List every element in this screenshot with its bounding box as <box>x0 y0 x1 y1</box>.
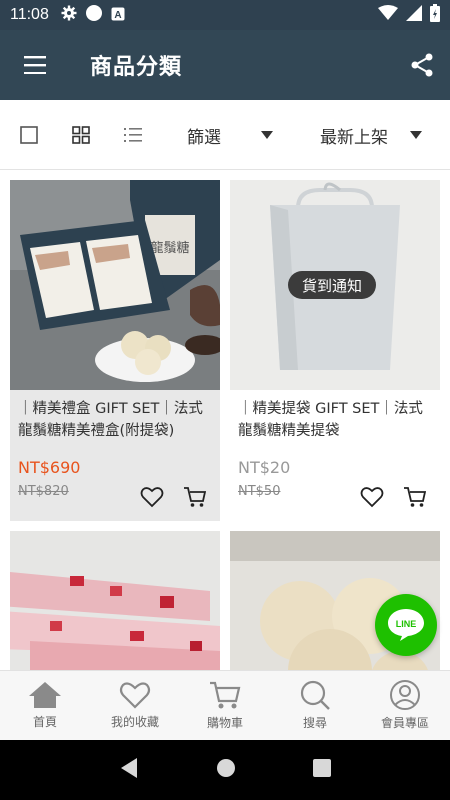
status-bar: 11:08 A <box>0 0 450 30</box>
filter-label: 篩選 <box>187 127 221 148</box>
hamburger-menu-icon <box>24 56 46 74</box>
wifi-icon <box>378 5 398 25</box>
sort-caret-icon <box>410 131 422 139</box>
product-actions <box>360 486 427 512</box>
home-circle-icon[interactable] <box>216 758 236 782</box>
share-button[interactable] <box>394 30 450 100</box>
product-card[interactable] <box>10 531 220 670</box>
product-price: NT$20 <box>238 458 291 477</box>
list-view-icon <box>124 127 142 142</box>
box-label: 龍鬚糖 <box>150 240 189 256</box>
product-image[interactable]: 貨到通知 <box>230 180 440 390</box>
sort-label: 最新上架 <box>320 127 388 148</box>
product-card[interactable]: 貨到通知 ｜精美提袋 GIFT SET｜法式龍鬚糖精美提袋 NT$20 NT$5… <box>230 180 440 521</box>
cart-icon <box>210 681 241 709</box>
square-view-icon <box>20 125 38 144</box>
nav-member[interactable]: 會員專區 <box>360 671 450 740</box>
signal-icon <box>406 5 422 25</box>
nav-home-label: 首頁 <box>32 715 57 729</box>
grid-view-icon <box>72 125 90 144</box>
share-icon <box>411 53 433 77</box>
heart-icon <box>119 682 151 709</box>
product-image[interactable]: 龍鬚糖 <box>10 180 220 390</box>
nav-cart[interactable]: 購物車 <box>180 671 270 740</box>
product-name[interactable]: ｜精美禮盒 GIFT SET｜法式龍鬚糖精美禮盒(附提袋) <box>10 390 220 456</box>
circle-status-icon <box>85 4 103 26</box>
line-icon: LINE <box>388 609 424 641</box>
system-navigation-bar <box>0 740 450 800</box>
nav-member-label: 會員專區 <box>380 716 429 730</box>
svg-text:A: A <box>114 10 121 21</box>
back-icon[interactable] <box>119 757 139 783</box>
filter-caret-icon <box>261 131 273 139</box>
nav-favorites-label: 我的收藏 <box>110 715 159 729</box>
product-price: NT$690 <box>18 458 81 477</box>
nav-home[interactable]: 首頁 <box>0 671 90 740</box>
recent-apps-icon[interactable] <box>313 759 332 781</box>
battery-charging-icon <box>430 4 440 26</box>
home-icon <box>29 682 61 708</box>
app-bar: 商品分類 <box>0 30 450 100</box>
view-toolbar: 篩選 最新上架 <box>0 100 450 170</box>
grid-view-button[interactable] <box>58 112 104 158</box>
bottom-navigation: 首頁 我的收藏 購物車 搜尋 會員專區 <box>0 670 450 740</box>
favorite-heart-icon[interactable] <box>140 486 164 512</box>
page-title: 商品分類 <box>90 55 183 80</box>
single-view-button[interactable] <box>6 112 52 158</box>
settings-gear-icon <box>61 5 77 25</box>
filter-dropdown[interactable]: 篩選 <box>187 100 273 170</box>
notify-me-badge[interactable]: 貨到通知 <box>288 271 377 299</box>
product-card[interactable]: 龍鬚糖 ｜精美禮盒 GIFT SET｜法式龍鬚糖精美禮盒(附提袋) NT$690… <box>10 180 220 521</box>
notification-a-icon: A <box>111 6 125 25</box>
add-to-cart-icon[interactable] <box>184 486 207 512</box>
line-chat-button[interactable]: LINE <box>375 594 437 656</box>
nav-favorites[interactable]: 我的收藏 <box>90 671 180 740</box>
user-icon <box>390 680 420 710</box>
add-to-cart-icon[interactable] <box>404 486 427 512</box>
nav-search[interactable]: 搜尋 <box>270 671 360 740</box>
search-icon <box>300 680 330 710</box>
nav-cart-label: 購物車 <box>206 716 243 730</box>
product-name[interactable]: ｜精美提袋 GIFT SET｜法式龍鬚糖精美提袋 <box>230 390 440 456</box>
list-view-button[interactable] <box>110 112 156 158</box>
menu-button[interactable] <box>0 30 70 100</box>
nav-search-label: 搜尋 <box>302 716 327 730</box>
favorite-heart-icon[interactable] <box>360 486 384 512</box>
product-grid: 龍鬚糖 ｜精美禮盒 GIFT SET｜法式龍鬚糖精美禮盒(附提袋) NT$690… <box>0 171 450 670</box>
line-icon-label: LINE <box>396 619 417 629</box>
product-image[interactable] <box>10 531 220 670</box>
status-time: 11:08 <box>10 6 49 23</box>
product-actions <box>140 486 207 512</box>
sort-dropdown[interactable]: 最新上架 <box>320 100 422 170</box>
